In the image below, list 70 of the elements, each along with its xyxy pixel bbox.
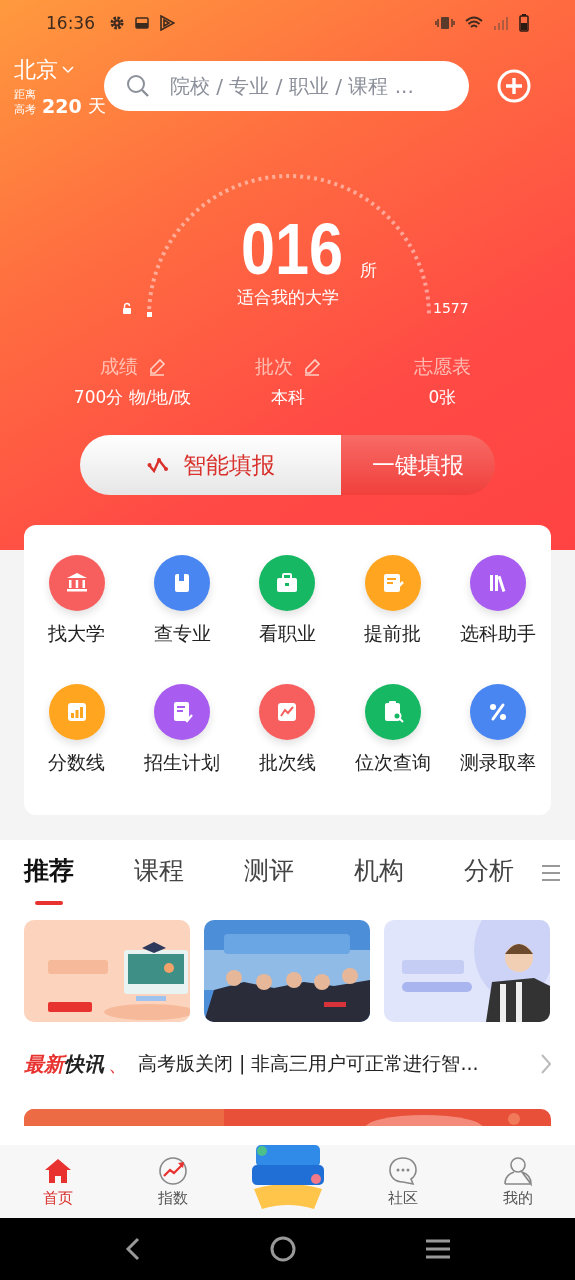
matching-count: 016 [240, 214, 344, 284]
chevron-down-icon[interactable] [62, 66, 74, 74]
search-field[interactable]: 院校 / 专业 / 职业 / 课程 ... [104, 61, 469, 111]
feature-label[interactable]: 提前批 [364, 621, 422, 647]
days-count: 220 [42, 95, 82, 117]
vibrate-icon [435, 16, 455, 30]
nav-tab[interactable]: 社区 [345, 1145, 460, 1218]
battery-icon [519, 14, 529, 32]
status-time: 16:36 [46, 13, 95, 33]
nav-tab[interactable]: 我的 [460, 1145, 575, 1218]
feature-icon[interactable] [154, 555, 211, 611]
feature-icon[interactable] [154, 684, 211, 740]
stat-value: 0张 [428, 386, 457, 409]
feature-icon[interactable] [470, 555, 527, 611]
feature-label[interactable]: 批次线 [259, 750, 316, 776]
person-icon [501, 1155, 534, 1187]
stat-label: 批次 [254, 354, 293, 379]
feature-label[interactable]: 选科助手 [460, 621, 537, 647]
gear-icon [109, 15, 125, 31]
nav-tab[interactable]: 首页 [0, 1145, 115, 1218]
feature-icon[interactable] [259, 555, 316, 611]
content-tab[interactable]: 机构 [354, 854, 404, 887]
feature-icon[interactable] [470, 684, 527, 740]
smart-fill-button[interactable]: 智能填报 [80, 435, 341, 495]
stat-value: 700分 物/地/政 [73, 386, 192, 409]
separator-mark: 、 [108, 1050, 128, 1078]
zigzag-icon [146, 457, 169, 473]
search-icon [126, 74, 150, 98]
feature-label[interactable]: 找大学 [48, 621, 106, 647]
nav-tab[interactable]: 指数 [115, 1145, 230, 1218]
feature-icon[interactable] [48, 684, 105, 740]
menu-icon[interactable] [424, 1238, 451, 1260]
signal-icon [493, 16, 509, 30]
gauge-caption: 适合我的大学 [236, 286, 339, 309]
stat-label: 志愿表 [414, 354, 471, 379]
countdown-label: 高考 [14, 102, 36, 117]
gauge-max: 1577 [433, 300, 469, 316]
trend-icon [156, 1155, 189, 1187]
content-tab[interactable]: 推荐 [24, 854, 74, 887]
countdown-label: 距离 [14, 87, 36, 102]
days-unit: 天 [87, 95, 106, 117]
feature-label[interactable]: 看职业 [259, 621, 316, 647]
content-tab[interactable]: 测评 [244, 854, 294, 887]
play-icon [159, 15, 175, 31]
card-icon [135, 17, 149, 29]
wifi-icon [465, 16, 483, 30]
feature-label[interactable]: 招生计划 [144, 750, 221, 776]
feature-label[interactable]: 测录取率 [460, 750, 537, 776]
news-tag: 最新快讯 [24, 1050, 104, 1078]
content-tab[interactable]: 课程 [134, 854, 184, 887]
lock-icon [122, 302, 132, 314]
stat-value: 本科 [270, 386, 305, 409]
pencil-icon[interactable] [147, 358, 166, 376]
back-icon[interactable] [124, 1237, 141, 1261]
feature-label[interactable]: 位次查询 [354, 750, 431, 776]
feature-icon[interactable] [364, 555, 421, 611]
feature-icon[interactable] [364, 684, 421, 740]
pencil-icon[interactable] [302, 358, 321, 376]
stat-label: 成绩 [99, 354, 138, 379]
news-headline[interactable]: 高考版关闭 | 非高三用户可正常进行智... [138, 1051, 541, 1077]
feature-label[interactable]: 分数线 [48, 750, 106, 776]
add-icon[interactable] [497, 69, 531, 103]
feature-icon[interactable] [259, 684, 316, 740]
count-unit: 所 [360, 259, 378, 282]
chevron-right-icon[interactable] [541, 1054, 551, 1074]
chat-icon [386, 1155, 419, 1187]
feature-label[interactable]: 查专业 [153, 621, 211, 647]
feature-icon[interactable] [48, 555, 105, 611]
content-tab[interactable]: 分析 [464, 854, 514, 887]
home-icon[interactable] [269, 1236, 296, 1262]
